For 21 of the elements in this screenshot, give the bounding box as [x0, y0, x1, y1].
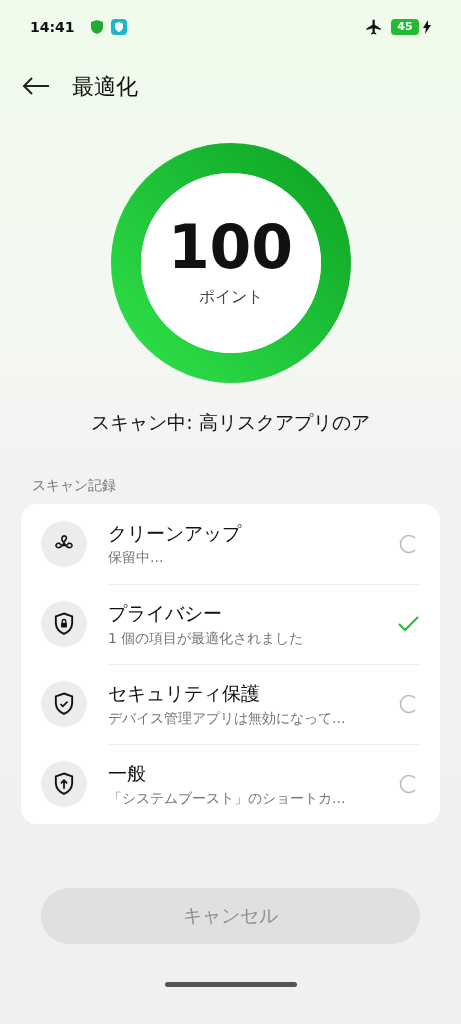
score-value: 100: [167, 217, 294, 277]
item-title: 一般: [108, 761, 147, 787]
item-title: プライバシー: [108, 601, 223, 627]
back-icon[interactable]: [22, 76, 50, 96]
page-title: 最適化: [72, 72, 138, 101]
charging-icon: [423, 20, 431, 34]
airplane-icon: [365, 18, 383, 36]
item-status-text: 「システムブースト」のショートカ...: [108, 788, 347, 808]
item-status-text: 1 個の項目が最適化されました: [108, 628, 305, 648]
score-unit: ポイント: [198, 286, 263, 308]
item-title: クリーンアップ: [108, 520, 243, 546]
home-indicator[interactable]: [164, 981, 297, 987]
clock: 14:41: [30, 17, 75, 37]
battery-level: 45: [391, 19, 419, 35]
shield-icon: [110, 19, 127, 35]
scan-status: スキャン中: 高リスクアプリのア: [91, 411, 370, 433]
item-status-text: 保留中...: [108, 548, 165, 568]
item-title: セキュリティ保護: [108, 681, 261, 707]
shield-icon: [90, 20, 103, 34]
section-title: スキャン記録: [32, 476, 116, 493]
item-status-text: デバイス管理アプリは無効になって...: [108, 708, 347, 728]
